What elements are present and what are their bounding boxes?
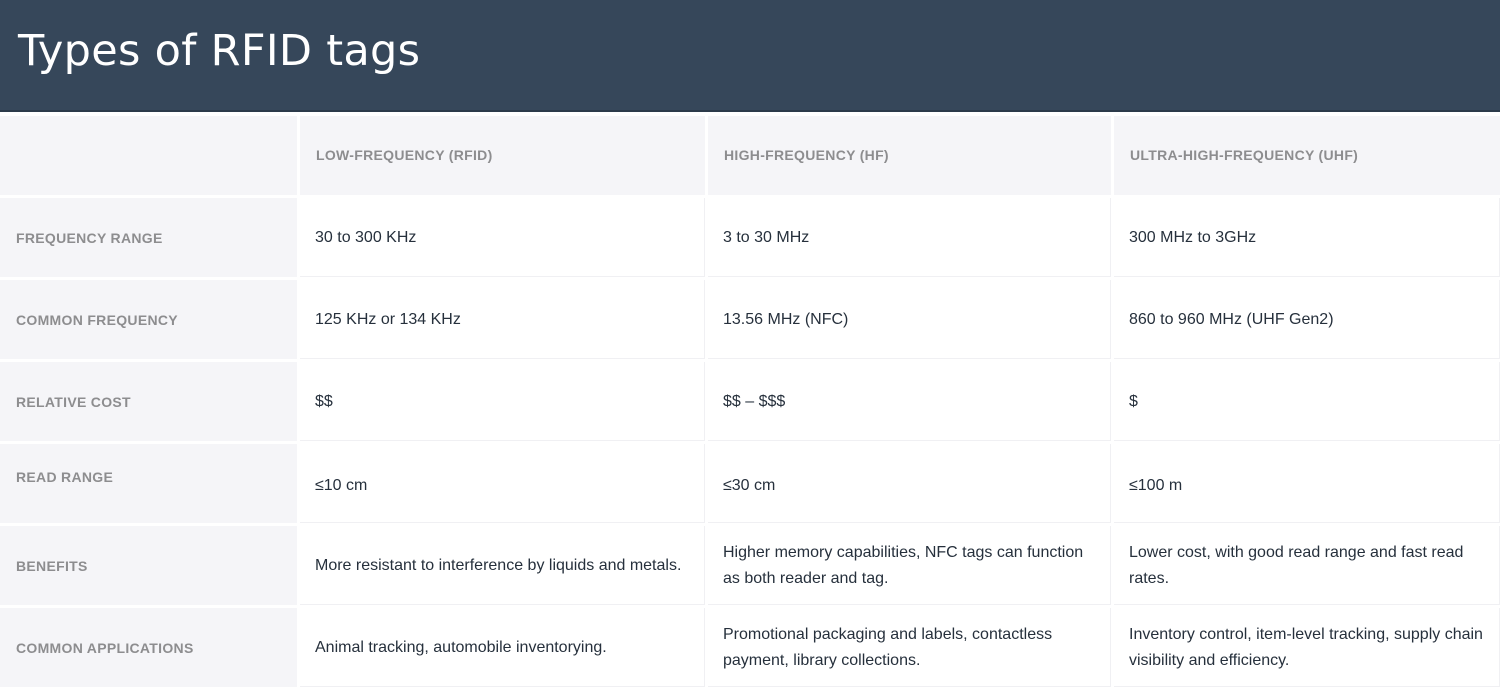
table-cell: $ <box>1114 362 1500 441</box>
page-title: Types of RFID tags <box>18 26 421 76</box>
header-cell-high-frequency: HIGH-FREQUENCY (HF) <box>708 116 1111 195</box>
table-cell: 3 to 30 MHz <box>708 198 1111 277</box>
table-cell: 860 to 960 MHz (UHF Gen2) <box>1114 280 1500 359</box>
table-cell: ≤30 cm <box>708 444 1111 523</box>
table-cell: 125 KHz or 134 KHz <box>300 280 705 359</box>
row-label: BENEFITS <box>0 526 297 605</box>
title-bar: Types of RFID tags <box>0 0 1500 112</box>
header-cell-empty <box>0 116 297 195</box>
table-cell: Higher memory capabilities, NFC tags can… <box>708 526 1111 605</box>
row-label: COMMON FREQUENCY <box>0 280 297 359</box>
table-cell: $$ – $$$ <box>708 362 1111 441</box>
table-cell: 30 to 300 KHz <box>300 198 705 277</box>
header-cell-low-frequency: LOW-FREQUENCY (RFID) <box>300 116 705 195</box>
header-cell-ultra-high-frequency: ULTRA-HIGH-FREQUENCY (UHF) <box>1114 116 1500 195</box>
table-cell: $$ <box>300 362 705 441</box>
row-label: READ RANGE <box>0 444 297 523</box>
table-cell: More resistant to interference by liquid… <box>300 526 705 605</box>
table-cell: 13.56 MHz (NFC) <box>708 280 1111 359</box>
row-label: FREQUENCY RANGE <box>0 198 297 277</box>
rfid-comparison-table: LOW-FREQUENCY (RFID) HIGH-FREQUENCY (HF)… <box>0 116 1500 687</box>
table-cell: 300 MHz to 3GHz <box>1114 198 1500 277</box>
table-cell: Animal tracking, automobile inventorying… <box>300 608 705 687</box>
table-cell: Promotional packaging and labels, contac… <box>708 608 1111 687</box>
table-cell: Inventory control, item-level tracking, … <box>1114 608 1500 687</box>
row-label: COMMON APPLICATIONS <box>0 608 297 687</box>
row-label: RELATIVE COST <box>0 362 297 441</box>
table-cell: Lower cost, with good read range and fas… <box>1114 526 1500 605</box>
table-cell: ≤100 m <box>1114 444 1500 523</box>
table-cell: ≤10 cm <box>300 444 705 523</box>
